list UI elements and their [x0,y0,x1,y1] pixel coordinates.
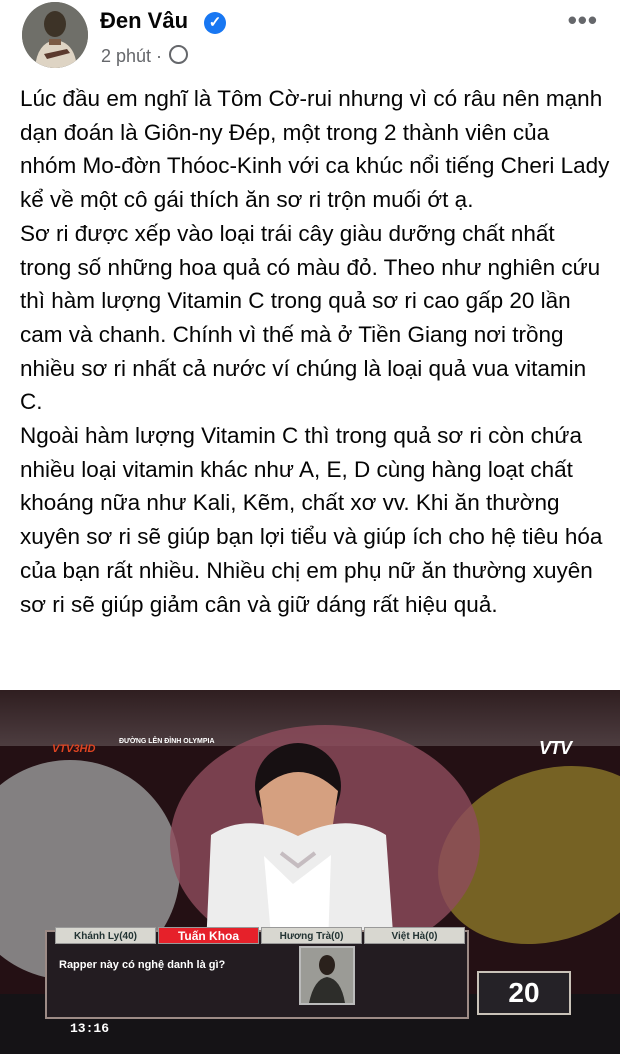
countdown-timer: 20 [477,971,571,1015]
player-score: Hương Trà(0) [261,927,362,944]
post-paragraph: Ngoài hàm lượng Vitamin C thì trong quả … [20,423,603,617]
vtv3-logo: VTV3HD [52,735,112,759]
post-meta: 2 phút · [101,45,189,67]
post-text: Lúc đầu em nghĩ là Tôm Cờ-rui nhưng vì c… [20,82,610,621]
question-text: Rapper này có nghệ danh là gì? [59,959,226,971]
post-header: Đen Vâu ✓ 2 phút · ••• [0,0,620,90]
verified-icon: ✓ [204,12,226,34]
player-scoreboard: Khánh Ly(40) Tuấn Khoa Hương Trà(0) Việt… [55,927,465,944]
contestant-image [206,743,394,947]
avatar-photo [22,2,88,68]
more-options-icon[interactable]: ••• [568,5,598,36]
current-player: Tuấn Khoa [158,927,259,944]
rapper-photo [301,948,353,1003]
channel-hd: HD [79,743,96,755]
globe-icon [169,45,189,64]
author-name[interactable]: Đen Vâu [100,8,188,34]
broadcast-clock: 13:16 [70,1021,110,1036]
post-time[interactable]: 2 phút [101,46,151,66]
author-avatar[interactable] [22,2,88,68]
post-paragraph: Lúc đầu em nghĩ là Tôm Cờ-rui nhưng vì c… [20,86,610,213]
video-screenshot[interactable]: VTV3HD ĐƯỜNG LÊN ĐỈNH OLYMPIA VTV Khánh … [0,690,620,1054]
vtv-logo: VTV [538,738,572,758]
channel-logo: VTV3 [52,743,80,755]
question-image-thumbnail [299,946,355,1005]
player-score: Khánh Ly(40) [55,927,156,944]
post-paragraph: Sơ ri được xếp vào loại trái cây giàu dư… [20,220,601,415]
player-score: Việt Hà(0) [364,927,465,944]
